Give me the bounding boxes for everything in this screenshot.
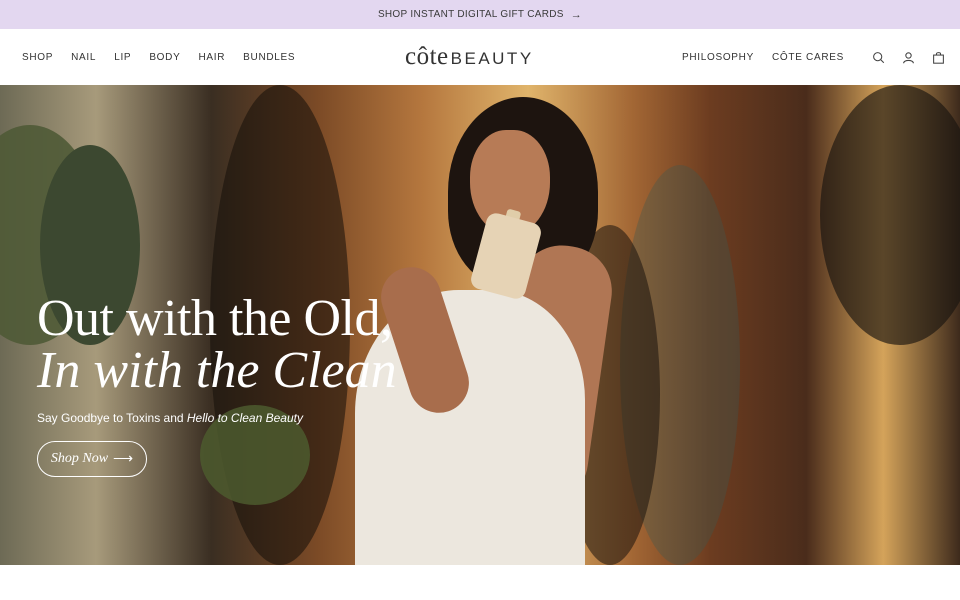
hero-headline-line-1: Out with the Old, [37, 290, 393, 347]
logo-part-1: côte [405, 43, 449, 70]
shadow-shape [820, 85, 960, 345]
primary-nav: SHOP NAIL LIP BODY HAIR BUNDLES [22, 29, 295, 85]
hero-headline-line-2: In with the Clean [37, 342, 397, 399]
secondary-nav: PHILOSOPHY CÔTE CARES [682, 29, 844, 85]
hero-banner: Out with the Old, In with the Clean Say … [0, 85, 960, 565]
arrow-right-icon: ⟶ [113, 451, 134, 467]
cart-icon[interactable] [931, 50, 946, 65]
hero-subheadline-plain: Say Goodbye to Toxins and [37, 411, 187, 425]
hero-subheadline: Say Goodbye to Toxins and Hello to Clean… [37, 411, 397, 425]
shop-now-button[interactable]: Shop Now ⟶ [37, 441, 147, 477]
nav-philosophy[interactable]: PHILOSOPHY [682, 52, 754, 63]
search-icon[interactable] [871, 50, 886, 65]
nav-cote-cares[interactable]: CÔTE CARES [772, 52, 844, 63]
account-icon[interactable] [901, 50, 916, 65]
nav-shop[interactable]: SHOP [22, 52, 53, 63]
logo-part-2: BEAUTY [450, 49, 534, 68]
nav-nail[interactable]: NAIL [71, 52, 96, 63]
page-content-start [0, 565, 960, 600]
shop-now-label: Shop Now [50, 451, 109, 466]
hero-subheadline-italic: Hello to Clean Beauty [186, 411, 303, 425]
announcement-text[interactable]: SHOP INSTANT DIGITAL GIFT CARDS [378, 9, 564, 20]
site-logo[interactable]: côte BEAUTY [405, 43, 534, 71]
nav-lip[interactable]: LIP [114, 52, 131, 63]
hero-copy: Out with the Old, In with the Clean Say … [37, 293, 397, 477]
announcement-bar[interactable]: SHOP INSTANT DIGITAL GIFT CARDS → [0, 0, 960, 29]
nav-bundles[interactable]: BUNDLES [243, 52, 295, 63]
arrow-right-icon: → [570, 8, 583, 21]
nav-hair[interactable]: HAIR [198, 52, 225, 63]
header-icons [871, 29, 946, 85]
site-header: SHOP NAIL LIP BODY HAIR BUNDLES côte BEA… [0, 29, 960, 85]
nav-body[interactable]: BODY [149, 52, 180, 63]
